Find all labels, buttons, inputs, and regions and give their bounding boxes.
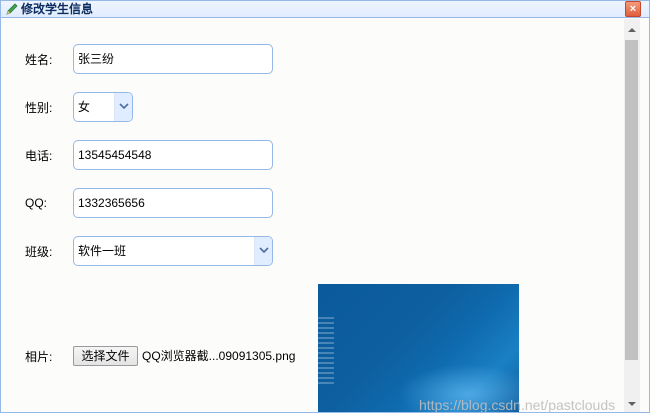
- qq-label: QQ:: [25, 196, 48, 210]
- phone-input[interactable]: 13545454548: [73, 140, 273, 170]
- gender-label: 性别:: [25, 101, 53, 115]
- watermark: https://blog.csdn.net/pastclouds: [419, 397, 616, 412]
- class-label: 班级:: [25, 245, 53, 259]
- photo-pattern: [318, 314, 334, 384]
- gender-dropdown-arrow[interactable]: [114, 93, 132, 121]
- class-dropdown-arrow[interactable]: [254, 237, 272, 265]
- gender-select[interactable]: 女: [73, 92, 133, 122]
- scroll-up-arrow-icon: [628, 28, 636, 32]
- selected-file-name: QQ浏览器截...09091305.png: [142, 349, 296, 363]
- close-icon: ×: [629, 3, 637, 15]
- name-input[interactable]: 张三纷: [73, 44, 273, 74]
- edit-pencil-icon: [5, 2, 19, 16]
- close-button[interactable]: ×: [625, 1, 641, 17]
- chevron-down-icon: [259, 247, 269, 254]
- edit-student-dialog: 修改学生信息 × 姓名: 张三纷 性别: 女 电话: 13545454548 Q…: [0, 0, 650, 413]
- chevron-down-icon: [119, 103, 129, 110]
- photo-preview: [318, 284, 519, 412]
- photo-label: 相片:: [25, 350, 53, 364]
- class-select[interactable]: 软件一班: [73, 236, 273, 266]
- qq-input[interactable]: 1332365656: [73, 188, 273, 218]
- scrollbar-thumb[interactable]: [625, 40, 638, 360]
- dialog-title: 修改学生信息: [21, 2, 94, 16]
- scroll-down-arrow-icon: [628, 402, 636, 406]
- dialog-content: 姓名: 张三纷 性别: 女 电话: 13545454548 QQ: 133236…: [2, 19, 624, 412]
- dialog-titlebar[interactable]: 修改学生信息 ×: [1, 1, 649, 18]
- vertical-scrollbar[interactable]: [624, 19, 640, 412]
- class-select-value: 软件一班: [78, 244, 127, 258]
- choose-file-button[interactable]: 选择文件: [73, 346, 138, 366]
- gender-select-value: 女: [78, 100, 91, 114]
- scroll-up-button[interactable]: [624, 19, 640, 39]
- phone-label: 电话:: [25, 149, 53, 163]
- scroll-down-button[interactable]: [624, 396, 640, 412]
- name-label: 姓名:: [25, 53, 53, 67]
